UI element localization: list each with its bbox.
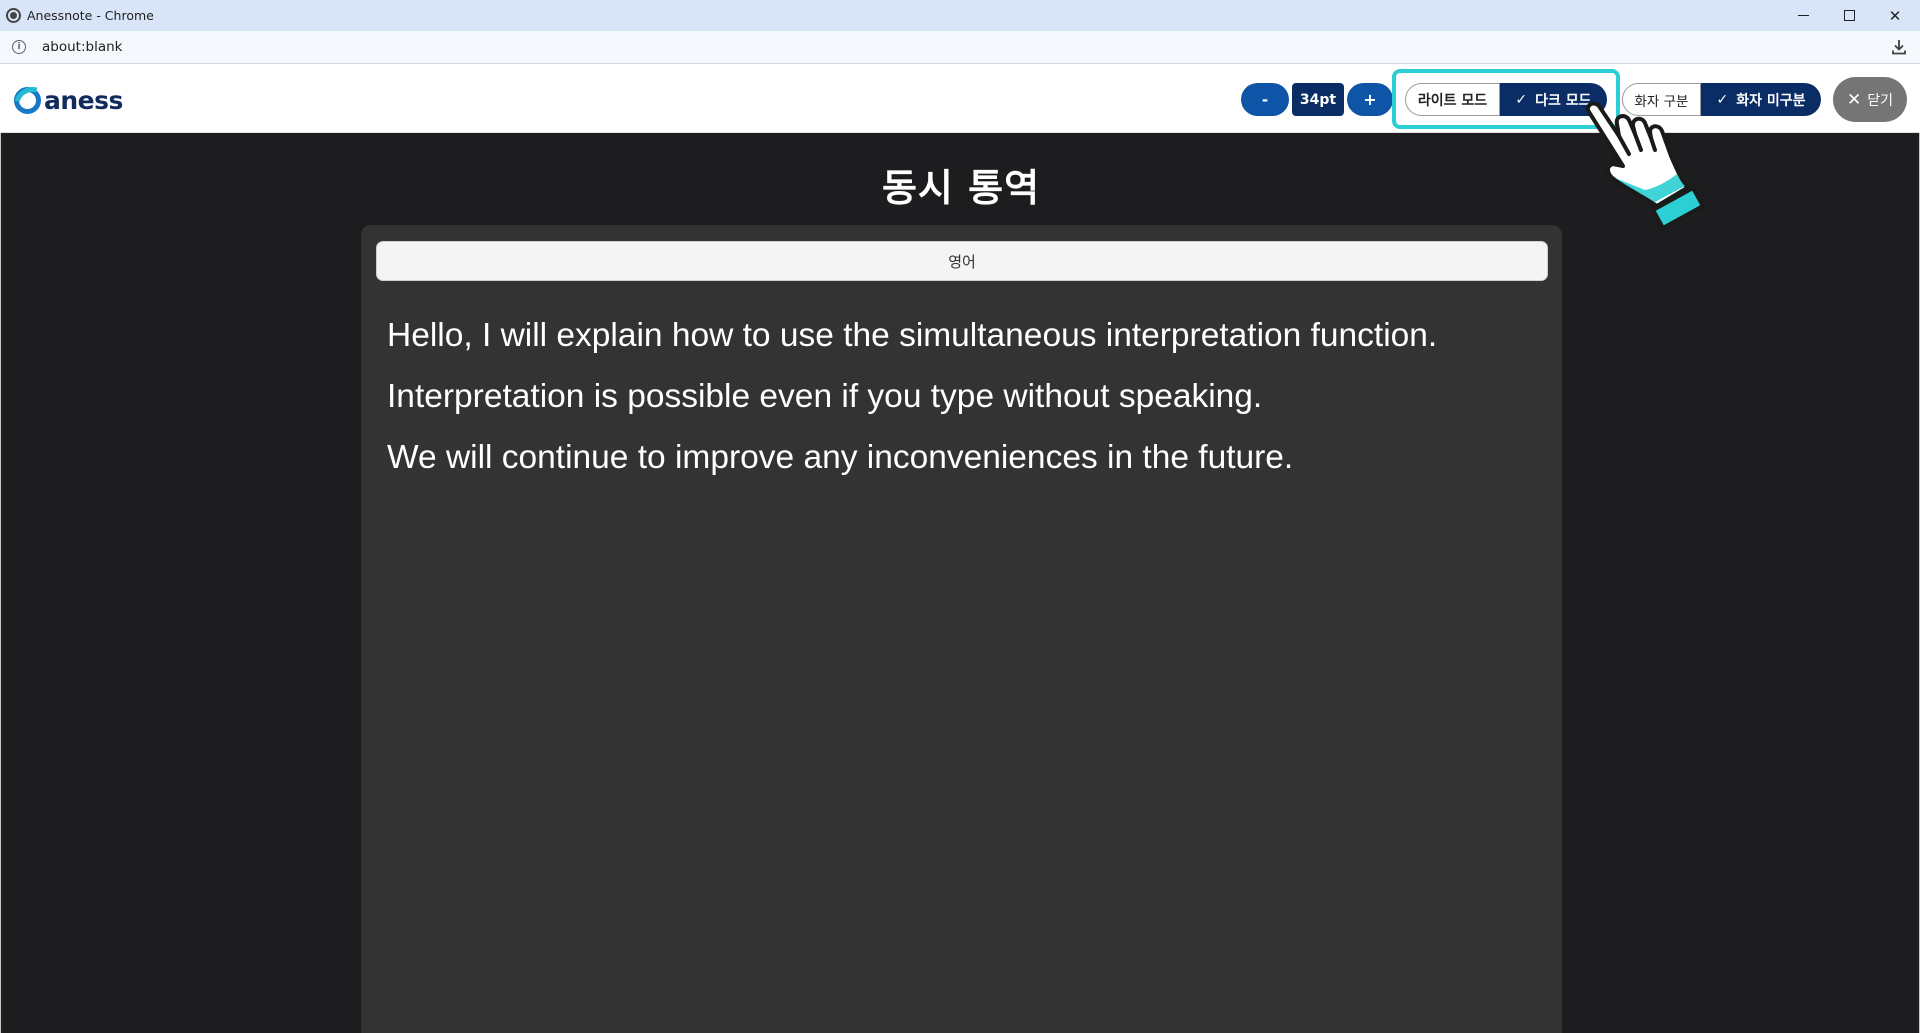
- transcript-line: Interpretation is possible even if you t…: [387, 378, 1263, 415]
- maximize-button[interactable]: [1826, 0, 1872, 31]
- app-header: aness - 34pt + 라이트 모드 ✓ 다크 모드 화자 구분 ✓ 화자…: [0, 65, 1920, 133]
- window-titlebar: Anessnote - Chrome ✕: [0, 0, 1920, 31]
- interpretation-panel: 영어 Hello, I will explain how to use the …: [361, 225, 1562, 1033]
- maximize-icon: [1843, 10, 1855, 21]
- speaker-separate-button[interactable]: 화자 구분: [1622, 83, 1701, 116]
- address-bar: i about:blank: [0, 31, 1920, 64]
- chrome-app-icon: [6, 8, 21, 23]
- window-title: Anessnote - Chrome: [27, 8, 154, 23]
- font-increase-button[interactable]: +: [1347, 83, 1393, 116]
- speaker-no-separate-button[interactable]: ✓ 화자 미구분: [1701, 83, 1821, 116]
- window-close-icon: ✕: [1888, 6, 1902, 25]
- check-icon: ✓: [1716, 91, 1729, 108]
- theme-highlight-box: [1392, 69, 1620, 129]
- info-icon[interactable]: i: [12, 40, 26, 54]
- font-size-value: 34pt: [1292, 83, 1344, 116]
- logo-text: aness: [44, 85, 123, 115]
- transcript-line: Hello, I will explain how to use the sim…: [387, 317, 1438, 354]
- transcript: Hello, I will explain how to use the sim…: [387, 305, 1537, 488]
- download-icon[interactable]: [1890, 38, 1908, 56]
- aness-logo: aness: [14, 85, 123, 115]
- minimize-icon: [1797, 14, 1809, 17]
- minimize-button[interactable]: [1780, 0, 1826, 31]
- logo-ring-icon: [14, 86, 41, 114]
- transcript-line: We will continue to improve any inconven…: [387, 439, 1294, 476]
- font-decrease-button[interactable]: -: [1241, 83, 1289, 116]
- url-text[interactable]: about:blank: [42, 39, 122, 55]
- close-icon: ✕: [1846, 89, 1862, 110]
- close-button[interactable]: ✕ 닫기: [1833, 77, 1907, 122]
- close-label: 닫기: [1867, 92, 1893, 109]
- page-title: 동시 통역: [881, 166, 1041, 210]
- window-close-button[interactable]: ✕: [1872, 0, 1918, 31]
- language-label[interactable]: 영어: [376, 241, 1548, 281]
- main-area: 동시 통역 영어 Hello, I will explain how to us…: [0, 133, 1920, 1033]
- speaker-no-separate-label: 화자 미구분: [1736, 92, 1806, 109]
